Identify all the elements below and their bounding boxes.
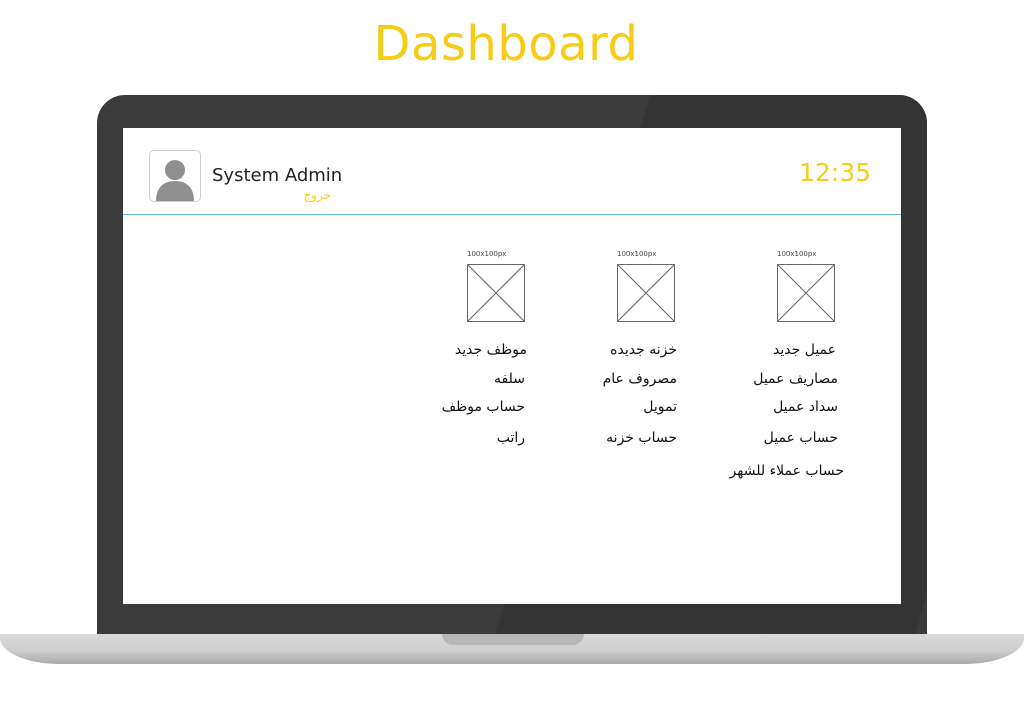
- menu-item-general-expense[interactable]: مصروف عام: [603, 371, 677, 387]
- menu-item-new-treasury[interactable]: خزنه جديده: [610, 342, 677, 358]
- laptop-base-notch: [442, 634, 584, 645]
- page-title: Dashboard: [373, 16, 639, 72]
- clock: 12:35: [799, 158, 872, 187]
- menu-item-new-employee[interactable]: موظف جديد: [455, 342, 527, 358]
- app-header: System Admin خروج 12:35: [123, 128, 901, 215]
- menu-item-new-client[interactable]: عميل جديد: [773, 342, 836, 358]
- avatar: [149, 150, 201, 202]
- image-caption: 100x100px: [467, 250, 507, 258]
- logout-link[interactable]: خروج: [293, 188, 331, 202]
- user-silhouette-icon: [156, 160, 194, 201]
- image-placeholder-icon: [467, 264, 525, 322]
- menu-item-client-expenses[interactable]: مصاريف عميل: [753, 371, 838, 387]
- menu-item-client-payment[interactable]: سداد عميل: [773, 399, 838, 415]
- menu-item-treasury-account[interactable]: حساب خزنه: [606, 430, 677, 446]
- menu-item-employee-account[interactable]: حساب موظف: [442, 399, 525, 415]
- app-screen: System Admin خروج 12:35 100x100px موظف ج…: [123, 128, 901, 604]
- menu-item-client-account[interactable]: حساب عميل: [764, 430, 838, 446]
- menu-item-monthly-clients-account[interactable]: حساب عملاء للشهر: [730, 463, 844, 479]
- image-placeholder-icon: [617, 264, 675, 322]
- user-name: System Admin: [212, 165, 343, 186]
- image-caption: 100x100px: [617, 250, 657, 258]
- menu-item-funding[interactable]: تمويل: [643, 399, 677, 415]
- image-caption: 100x100px: [777, 250, 817, 258]
- menu-item-salary[interactable]: راتب: [497, 430, 525, 446]
- image-placeholder-icon: [777, 264, 835, 322]
- menu-item-advance[interactable]: سلفه: [494, 371, 525, 387]
